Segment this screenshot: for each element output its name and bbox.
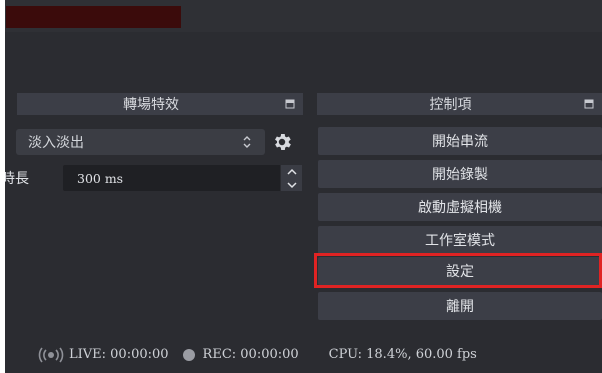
left-margin (0, 0, 5, 373)
redacted-title-area (6, 6, 181, 28)
duration-spinner (280, 165, 302, 191)
transitions-dock-header: 轉場特效 (17, 93, 303, 115)
controls-dock-header: 控制項 (317, 93, 602, 115)
controls-dock-title: 控制項 (429, 97, 472, 113)
top-bar (0, 0, 602, 32)
duration-label: 時長 (1, 171, 29, 187)
rec-status: REC: 00:00:00 (202, 347, 299, 362)
gear-icon[interactable] (271, 131, 293, 153)
transition-select[interactable]: 淡入淡出 (16, 129, 265, 155)
start-recording-button[interactable]: 開始錄製 (318, 160, 602, 188)
transition-select-value: 淡入淡出 (28, 135, 84, 151)
settings-highlight-box (314, 253, 602, 288)
spinner-up-icon[interactable] (280, 165, 302, 178)
studio-mode-button[interactable]: 工作室模式 (318, 226, 602, 254)
rec-dot-icon (182, 348, 195, 361)
float-dock-icon[interactable] (285, 99, 295, 109)
transitions-dock-title: 轉場特效 (123, 97, 179, 113)
spinner-down-icon[interactable] (280, 178, 302, 191)
live-status: LIVE: 00:00:00 (69, 347, 169, 362)
obs-window: 轉場特效 控制項 淡入淡出 時長 300 ms 開始串流 開始錄製 啟動虛擬相機… (0, 0, 602, 373)
float-dock-icon[interactable] (584, 99, 594, 109)
status-bar: LIVE: 00:00:00 REC: 00:00:00 CPU: 18.4%,… (0, 336, 602, 373)
chevron-updown-icon (237, 129, 257, 155)
start-streaming-button[interactable]: 開始串流 (318, 127, 602, 155)
duration-value[interactable]: 300 ms (63, 171, 280, 186)
start-virtual-camera-button[interactable]: 啟動虛擬相機 (318, 193, 602, 221)
cpu-status: CPU: 18.4%, 60.00 fps (328, 347, 477, 362)
live-broadcast-icon (38, 346, 64, 363)
exit-button[interactable]: 離開 (318, 292, 602, 320)
duration-spinbox[interactable]: 300 ms (63, 165, 302, 191)
